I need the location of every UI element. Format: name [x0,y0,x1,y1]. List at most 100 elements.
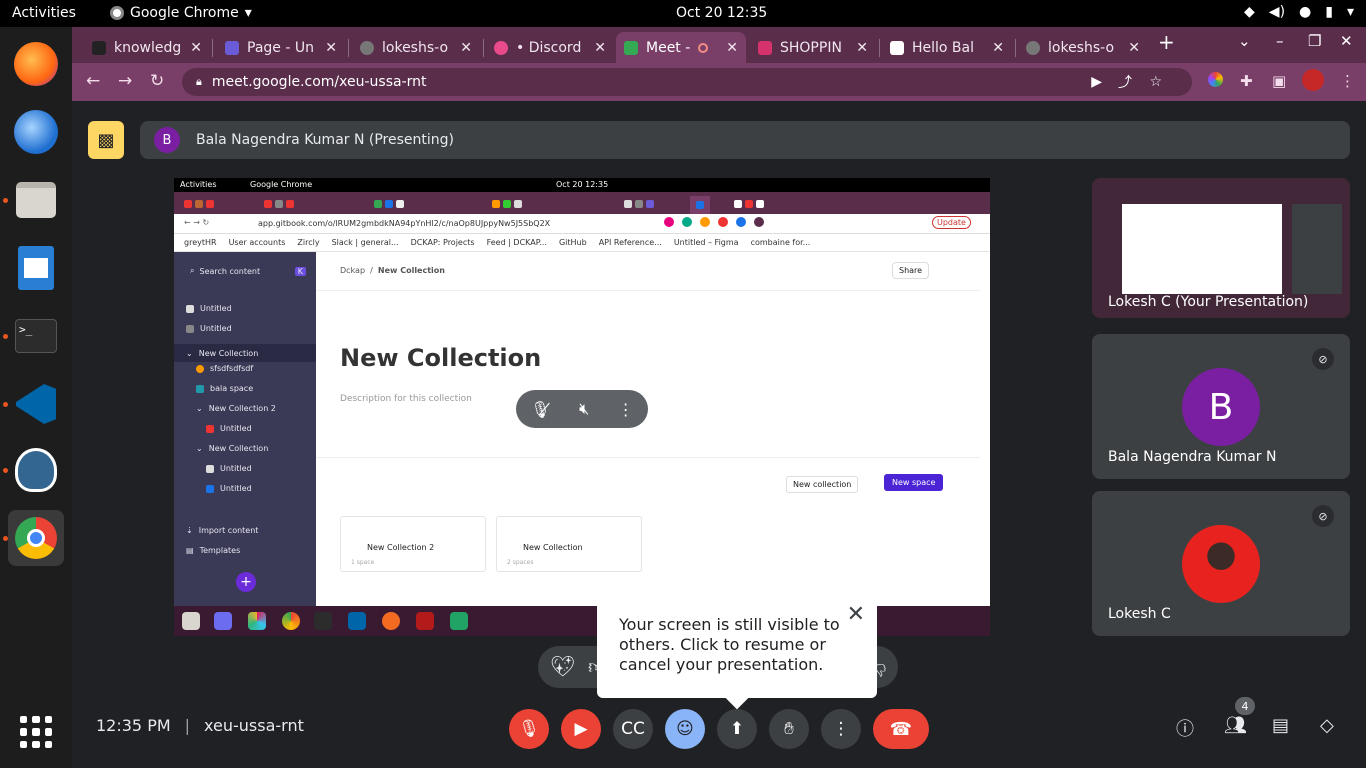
present-screen-icon[interactable]: ⬆ [717,709,757,749]
app-menu[interactable]: Google Chrome ▾ [110,5,252,21]
shared-tab-active [690,196,710,214]
maximize-icon[interactable]: ❐ [1308,32,1321,50]
meeting-code[interactable]: xeu-ussa-rnt [204,716,304,735]
close-icon[interactable]: ✕ [460,40,472,56]
close-window-icon[interactable]: ✕ [1340,32,1353,50]
close-icon[interactable]: ✕ [992,40,1004,56]
close-icon[interactable]: ✕ [190,40,202,56]
close-icon[interactable]: ✕ [594,40,606,56]
tab-shopping[interactable]: SHOPPIN ✕ [750,32,876,63]
running-indicator [3,198,8,203]
sparkle-heart-icon[interactable]: 💖︎ [550,654,575,678]
forward-icon[interactable]: → [118,71,132,91]
close-icon[interactable]: ✕ [1128,40,1140,56]
import-content: ⇣ Import content [186,526,259,535]
tab-lokeshs-2[interactable]: lokeshs-o ✕ [1018,32,1148,63]
speaker-off-icon[interactable]: 🔇︎ [579,399,589,419]
camera-toggle-icon[interactable]: ▶ [561,709,601,749]
page-description: Description for this collection [340,394,472,404]
profile-avatar[interactable] [1302,69,1324,95]
page-title: New Collection [340,344,542,372]
tab-page[interactable]: Page - Un ✕ [217,32,345,63]
camera-icon[interactable]: ▶ [1091,74,1102,90]
sidebar-item: Untitled [206,464,252,473]
collection-card: New Collection 2 1 space [340,516,486,572]
tab-label: Hello Bal [912,39,975,56]
gnome-top-bar: Activities Google Chrome ▾ Oct 20 12:35 … [0,0,1366,27]
thunderbird-icon[interactable] [8,104,64,160]
address-bar[interactable]: 🔒︎ meet.google.com/xeu-ussa-rnt ▶ ⤴ ☆ [182,68,1192,96]
close-icon[interactable]: ✕ [856,40,868,56]
close-icon[interactable]: ✕ [325,40,337,56]
system-tray[interactable]: ◆ ◀) ● ▮ ▾ [1244,4,1354,20]
bookmark: Feed | DCKAP... [486,238,547,247]
reload-icon[interactable]: ↻ [150,71,164,91]
files-icon[interactable] [8,172,64,228]
more-options-icon[interactable]: ⋮ [821,709,861,749]
self-presentation-tile[interactable]: Lokesh C (Your Presentation) [1092,178,1350,318]
tab-discord[interactable]: • Discord ✕ [486,32,614,63]
firefox-icon[interactable] [8,36,64,92]
mic-off-icon[interactable]: 🎙︎̸ [530,400,550,419]
templates: ▤ Templates [186,546,241,555]
people-icon[interactable]: 👥︎ [1224,715,1247,736]
sidebar-item: Untitled [206,484,252,493]
tab-search-icon[interactable]: ⌄ [1238,32,1251,50]
shared-search: ⌕ Search content K [184,262,306,280]
vscode-icon[interactable] [8,376,64,432]
leave-call-icon[interactable]: ☎︎ [873,709,929,749]
close-icon[interactable]: ✕ [726,40,738,56]
bookmark-star-icon[interactable]: ☆ [1149,74,1162,90]
presenter-avatar: B [154,127,180,153]
wifi-icon: ◆ [1244,4,1255,20]
share-icon[interactable]: ⤴ [1118,72,1132,92]
participant-tile[interactable]: B ⊘ Bala Nagendra Kumar N [1092,334,1350,479]
sidebar-item: sfsdfsdfsdf [196,364,253,373]
tile-name: Lokesh C (Your Presentation) [1108,294,1309,310]
shared-tab [734,196,764,212]
terminal-icon[interactable]: >_ [8,308,64,364]
microphone-toggle-icon[interactable]: 🎙︎ [509,709,549,749]
show-apps-icon[interactable] [20,716,52,748]
captions-icon[interactable]: CC [613,709,653,749]
chrome-menu-icon[interactable]: ⋮ [1340,72,1355,90]
running-indicator [3,334,8,339]
close-icon[interactable]: ✕ [847,604,865,626]
extensions-puzzle-icon[interactable]: ✚ [1240,72,1253,90]
emoji-reaction-icon[interactable]: ☺ [665,709,705,749]
raise-hand-icon[interactable]: ✋︎ [769,709,809,749]
tab-meet[interactable]: Meet - ✕ [616,32,746,63]
chrome-dock-icon[interactable] [8,510,64,566]
tab-label: lokeshs-o [382,39,449,56]
shared-tab [264,196,294,212]
tab-strip: knowledg ✕ Page - Un ✕ lokeshs-o ✕ • Dis… [72,27,1366,63]
meeting-time: 12:35 PM [96,716,171,735]
tab-lokeshs[interactable]: lokeshs-o ✕ [352,32,480,63]
chat-icon[interactable]: ▤ [1272,715,1289,736]
postgresql-icon[interactable] [8,442,64,498]
chrome-icon [110,6,124,20]
tab-favicon-icon [1026,40,1040,55]
more-options-icon[interactable]: ⋮ [618,400,634,419]
bookmark: Zircly [297,238,320,247]
new-tab-icon[interactable]: + [1158,30,1175,54]
presenting-banner: B Bala Nagendra Kumar N (Presenting) [140,121,1350,159]
writer-icon[interactable] [8,240,64,296]
popup-message: Your screen is still visible to others. … [619,615,840,674]
extension-color-icon[interactable] [1208,72,1223,91]
tab-knowledge[interactable]: knowledg ✕ [84,32,210,63]
sidebar-item: Untitled [186,304,232,313]
activities-button[interactable]: Activities [12,5,76,21]
meeting-details-icon[interactable]: ⓘ [1176,715,1194,741]
presentation-warning-popup[interactable]: Your screen is still visible to others. … [597,595,877,710]
minimize-icon[interactable]: – [1276,32,1284,50]
back-icon[interactable]: ← [86,71,100,91]
shared-app-name: Google Chrome [250,180,313,189]
tab-label: • Discord [516,39,582,56]
clock[interactable]: Oct 20 12:35 [676,5,767,21]
stop-presenting-icon[interactable]: ▩ [88,121,124,159]
participant-tile[interactable]: ⊘ Lokesh C [1092,491,1350,636]
activities-icon[interactable]: ◇ [1320,715,1334,736]
tab-hello[interactable]: Hello Bal ✕ [882,32,1012,63]
side-panel-icon[interactable]: ▣ [1272,72,1286,90]
